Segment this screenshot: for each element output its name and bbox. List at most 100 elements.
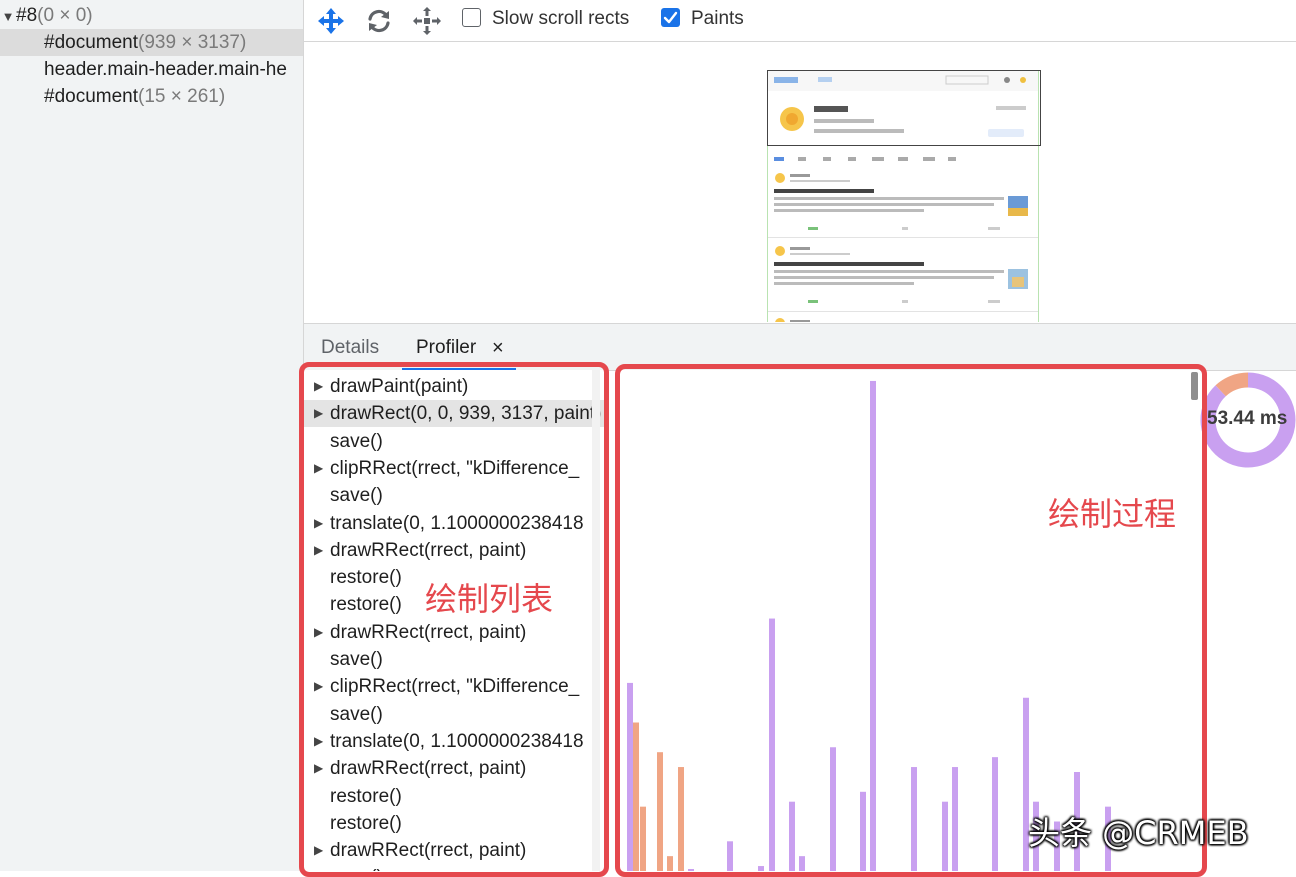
paint-command-row[interactable]: ▶ clipRRect(rrect, "kDifference_ (304, 673, 604, 700)
paint-command-text: translate(0, 1.1000000238418 (330, 730, 584, 752)
layer-tree-item-root[interactable]: ▼#8(0 × 0) (0, 2, 303, 29)
paint-command-text: save() (330, 430, 383, 452)
paint-timeline-chart (627, 380, 1111, 872)
expand-arrow-icon[interactable]: ▶ (314, 755, 323, 782)
layer-dims: (15 × 261) (138, 86, 226, 107)
paint-command-row[interactable]: ▶ drawRRect(rrect, paint) (304, 837, 604, 864)
expand-arrow-icon[interactable]: ▶ (314, 537, 323, 564)
paint-command-list: ▶ drawPaint(paint) ▶ drawRect(0, 0, 939, 31… (304, 370, 604, 871)
layer-preview-viewport[interactable] (304, 42, 1296, 322)
layer-tree-item-header[interactable]: header.main-header.main-he (0, 56, 303, 83)
timeline-bar[interactable] (789, 801, 795, 871)
timeline-bar[interactable] (758, 866, 764, 871)
paint-command-text: save() (330, 864, 383, 871)
slow-scroll-rects-checkbox[interactable] (462, 8, 481, 27)
layer-name: #document (44, 86, 139, 107)
annotation-label-list: 绘制列表 (425, 580, 554, 618)
paint-timeline[interactable] (620, 370, 1200, 871)
page-thumbnail (767, 70, 1039, 322)
close-icon[interactable]: × (492, 337, 504, 359)
expand-arrow-icon[interactable]: ▶ (314, 400, 323, 427)
paint-command-text: drawRRect(rrect, paint) (330, 840, 527, 862)
timeline-bar[interactable] (769, 618, 775, 871)
paint-command-text: clipRRect(rrect, "kDifference_ (330, 457, 580, 479)
annotation-label-timeline: 绘制过程 (1048, 495, 1177, 533)
slow-scroll-rects-label: Slow scroll rects (492, 8, 630, 29)
timeline-bar[interactable] (640, 806, 646, 871)
pie-slice (1215, 372, 1249, 397)
expand-arrow-icon[interactable]: ▶ (314, 619, 323, 646)
expand-triangle-icon[interactable]: ▼ (0, 3, 16, 29)
paint-command-row[interactable]: save() (304, 864, 604, 871)
tab-details[interactable]: Details (321, 337, 379, 359)
pan-mode-icon[interactable] (317, 7, 345, 35)
paint-command-row[interactable]: ▶ translate(0, 1.1000000238418 (304, 728, 604, 755)
paint-command-text: clipRRect(rrect, "kDifference_ (330, 676, 580, 698)
expand-arrow-icon[interactable]: ▶ (314, 373, 323, 400)
expand-arrow-icon[interactable]: ▶ (314, 728, 323, 755)
paint-command-text: drawRRect(rrect, paint) (330, 621, 527, 643)
timeline-bar[interactable] (633, 722, 639, 872)
paint-command-row[interactable]: ▶ drawRRect(rrect, paint) (304, 755, 604, 782)
timeline-bar[interactable] (657, 752, 663, 871)
layers-toolbar: Slow scroll rects Paints (304, 0, 1296, 42)
layer-tree-item-document[interactable]: #document(939 × 3137) (0, 29, 303, 56)
timeline-bar[interactable] (627, 682, 633, 871)
paint-command-text: restore() (330, 812, 402, 834)
timeline-bar[interactable] (992, 757, 998, 871)
timeline-bar[interactable] (727, 841, 733, 871)
timeline-bar[interactable] (830, 747, 836, 871)
reset-transform-icon[interactable] (413, 7, 441, 35)
paint-command-row[interactable]: ▶ drawRRect(rrect, paint) (304, 537, 604, 564)
paint-command-row[interactable]: save() (304, 646, 604, 673)
layer-name: header.main-header.main-he (44, 59, 287, 80)
expand-arrow-icon[interactable]: ▶ (314, 837, 323, 864)
paint-command-row[interactable]: ▶ drawRRect(rrect, paint) (304, 619, 604, 646)
expand-arrow-icon[interactable]: ▶ (314, 455, 323, 482)
paint-command-text: drawPaint(paint) (330, 376, 469, 397)
paint-command-text: save() (330, 703, 383, 725)
layer-dims: (939 × 3137) (138, 32, 247, 53)
paint-command-row[interactable]: ▶ drawRect(0, 0, 939, 3137, paint) (304, 400, 604, 428)
timeline-scrollbar-thumb[interactable] (1191, 372, 1198, 400)
paint-command-text: restore() (330, 594, 402, 616)
layer-name: #document (44, 32, 139, 53)
paint-command-text: drawRRect(rrect, paint) (330, 758, 527, 780)
timeline-bar[interactable] (911, 767, 917, 871)
layer-tree-panel: ▼#8(0 × 0) #document(939 × 3137) header.… (0, 0, 304, 871)
paint-command-text: drawRect(0, 0, 939, 3137, paint) (330, 403, 602, 425)
timeline-bar[interactable] (952, 767, 958, 871)
command-list-scrollbar[interactable] (592, 370, 600, 871)
bottom-tabbar: Details Profiler × (304, 323, 1296, 371)
paint-command-row[interactable]: ▶ translate(0, 1.1000000238418 (304, 510, 604, 537)
timeline-bar[interactable] (799, 856, 805, 871)
timeline-bar[interactable] (860, 791, 866, 871)
paint-time-label: 53.44 ms (1207, 408, 1288, 429)
paint-command-row[interactable]: restore() (304, 810, 604, 837)
paint-command-text: save() (330, 649, 383, 670)
timeline-bar[interactable] (942, 801, 948, 871)
paint-command-text: save() (330, 485, 383, 507)
paint-command-row[interactable]: save() (304, 482, 604, 509)
paint-command-row[interactable]: save() (304, 701, 604, 728)
paint-command-row[interactable]: ▶ drawPaint(paint) (304, 373, 604, 400)
layer-name: #8 (16, 5, 38, 26)
tab-profiler[interactable]: Profiler (416, 337, 476, 359)
timeline-bar[interactable] (870, 380, 876, 871)
paint-command-text: drawRRect(rrect, paint) (330, 539, 527, 561)
layer-tree-item-document-2[interactable]: #document(15 × 261) (0, 83, 303, 110)
watermark: 头条 @CRMEB (1028, 814, 1249, 852)
paint-command-row[interactable]: save() (304, 428, 604, 455)
layer-dims: (0 × 0) (37, 5, 93, 26)
expand-arrow-icon[interactable]: ▶ (314, 510, 323, 537)
timeline-bar[interactable] (667, 856, 673, 871)
timeline-bar[interactable] (678, 767, 684, 871)
paint-command-row[interactable]: ▶ clipRRect(rrect, "kDifference_ (304, 455, 604, 482)
paint-command-text: translate(0, 1.1000000238418 (330, 512, 584, 534)
rotate-mode-icon[interactable] (365, 7, 393, 35)
expand-arrow-icon[interactable]: ▶ (314, 673, 323, 700)
paint-command-text: restore() (330, 567, 402, 589)
paint-command-row[interactable]: restore() (304, 783, 604, 810)
paint-command-text: restore() (330, 785, 402, 807)
paints-checkbox[interactable] (661, 8, 680, 27)
